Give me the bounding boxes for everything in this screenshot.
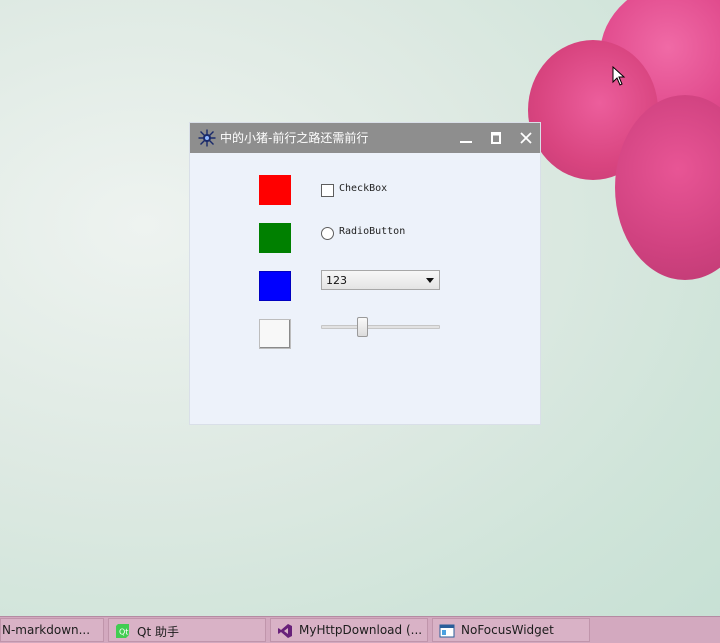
title-bar[interactable]: 中的小猪-前行之路还需前行 xyxy=(190,123,540,153)
taskbar: N-markdown... Qt Qt 助手 MyHttpDownload (.… xyxy=(0,616,720,643)
taskbar-item-label: Qt 助手 xyxy=(137,625,179,639)
window-app-icon xyxy=(439,624,455,638)
taskbar-item-label: MyHttpDownload (... xyxy=(299,623,423,637)
white-push-button[interactable] xyxy=(259,319,291,349)
combo-value: 123 xyxy=(326,274,347,287)
checkbox[interactable] xyxy=(321,184,334,197)
app-window: 中的小猪-前行之路还需前行 CheckBox RadioButton 123 xyxy=(189,122,541,425)
blue-color-block[interactable] xyxy=(259,271,291,301)
red-color-block[interactable] xyxy=(259,175,291,205)
window-title: 中的小猪-前行之路还需前行 xyxy=(220,131,369,145)
close-icon[interactable] xyxy=(516,128,536,148)
checkbox-label[interactable]: CheckBox xyxy=(339,183,387,194)
mouse-cursor-icon xyxy=(612,66,626,86)
combo-box[interactable]: 123 xyxy=(321,270,440,290)
desktop: 中的小猪-前行之路还需前行 CheckBox RadioButton 123 xyxy=(0,0,720,616)
minimize-icon[interactable] xyxy=(456,128,476,148)
maximize-icon[interactable] xyxy=(486,128,506,148)
visual-studio-icon xyxy=(278,624,292,638)
taskbar-item-label: NoFocusWidget xyxy=(461,623,554,637)
radio-button[interactable] xyxy=(321,227,334,240)
horizontal-slider[interactable] xyxy=(321,317,440,339)
taskbar-item-label: N-markdown... xyxy=(2,623,91,637)
radio-label[interactable]: RadioButton xyxy=(339,226,405,237)
taskbar-item-qt-assistant[interactable]: Qt Qt 助手 xyxy=(108,618,266,642)
slider-handle[interactable] xyxy=(357,317,368,337)
green-color-block[interactable] xyxy=(259,223,291,253)
app-icon xyxy=(198,129,216,147)
taskbar-item-markdown[interactable]: N-markdown... xyxy=(0,618,104,642)
chevron-down-icon xyxy=(426,278,434,283)
qt-icon: Qt xyxy=(116,624,129,638)
slider-track[interactable] xyxy=(321,325,440,329)
svg-text:Qt: Qt xyxy=(119,628,128,637)
taskbar-item-myhttpdownload[interactable]: MyHttpDownload (... xyxy=(270,618,428,642)
taskbar-item-nofocuswidget[interactable]: NoFocusWidget xyxy=(432,618,590,642)
